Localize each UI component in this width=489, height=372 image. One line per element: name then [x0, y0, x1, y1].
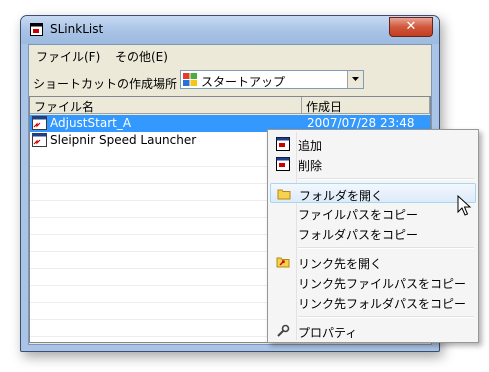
menu-item-copy-link-folder-path[interactable]: リンク先フォルダパスをコピー: [270, 292, 476, 312]
mouse-cursor-icon: [457, 195, 472, 216]
menu-separator: [298, 316, 474, 318]
column-date[interactable]: 作成日: [302, 97, 430, 114]
menu-item-add[interactable]: 追加: [270, 134, 476, 154]
window-icon: [276, 157, 290, 171]
location-dropdown[interactable]: スタートアップ: [180, 70, 364, 89]
menu-item-copy-link-file-path[interactable]: リンク先ファイルパスをコピー: [270, 272, 476, 292]
menu-item-label: リンク先を開く: [298, 257, 383, 271]
menu-item-label: ファイルパスをコピー: [298, 208, 419, 222]
dropdown-arrow-button[interactable]: [347, 71, 363, 88]
row-date: 2007/07/28 23:48: [307, 116, 415, 130]
context-menu: 追加 削除 フォルダを開く ファイルパスをコピー フォルダパスをコピー リンク先…: [267, 129, 479, 343]
list-header: ファイル名 作成日: [30, 97, 430, 115]
startup-icon: [183, 73, 197, 86]
shortcut-icon: [32, 133, 47, 147]
menu-item-label: フォルダパスをコピー: [298, 228, 419, 242]
menu-item-open-folder[interactable]: フォルダを開く: [270, 183, 476, 203]
chevron-down-icon: [352, 77, 359, 81]
row-name: Sleipnir Speed Launcher: [50, 133, 197, 147]
location-label: ショートカットの作成場所: [33, 77, 178, 91]
menu-item-label: プロパティ: [298, 326, 358, 340]
location-value: スタートアップ: [201, 75, 286, 89]
menu-item-label: 追加: [298, 139, 323, 153]
menu-item-label: フォルダを開く: [299, 189, 384, 203]
app-icon: [30, 23, 43, 36]
menu-item-label: リンク先フォルダパスをコピー: [298, 297, 467, 311]
menu-item-open-link-target[interactable]: リンク先を開く: [270, 252, 476, 272]
shortcut-icon: [32, 116, 47, 130]
row-name: AdjustStart_A: [50, 116, 132, 130]
folder-icon: [277, 189, 291, 200]
menu-bar: ファイル(F) その他(E): [29, 45, 431, 65]
properties-icon: [277, 324, 290, 337]
close-button[interactable]: ✕: [389, 17, 433, 37]
menu-other[interactable]: その他(E): [115, 48, 168, 65]
menu-item-label: 削除: [298, 159, 323, 173]
menu-item-copy-file-path[interactable]: ファイルパスをコピー: [270, 203, 476, 223]
menu-separator: [298, 178, 474, 180]
menu-item-properties[interactable]: プロパティ: [270, 321, 476, 341]
menu-item-copy-folder-path[interactable]: フォルダパスをコピー: [270, 223, 476, 243]
title-bar[interactable]: SLinkList ✕: [21, 16, 439, 44]
menu-separator: [298, 247, 474, 249]
window-icon: [276, 137, 290, 151]
folder-link-icon: [276, 257, 290, 268]
menu-file[interactable]: ファイル(F): [36, 48, 100, 65]
window-title: SLinkList: [50, 22, 104, 36]
menu-item-label: リンク先ファイルパスをコピー: [298, 277, 467, 291]
menu-item-delete[interactable]: 削除: [270, 154, 476, 174]
column-filename[interactable]: ファイル名: [30, 97, 302, 114]
